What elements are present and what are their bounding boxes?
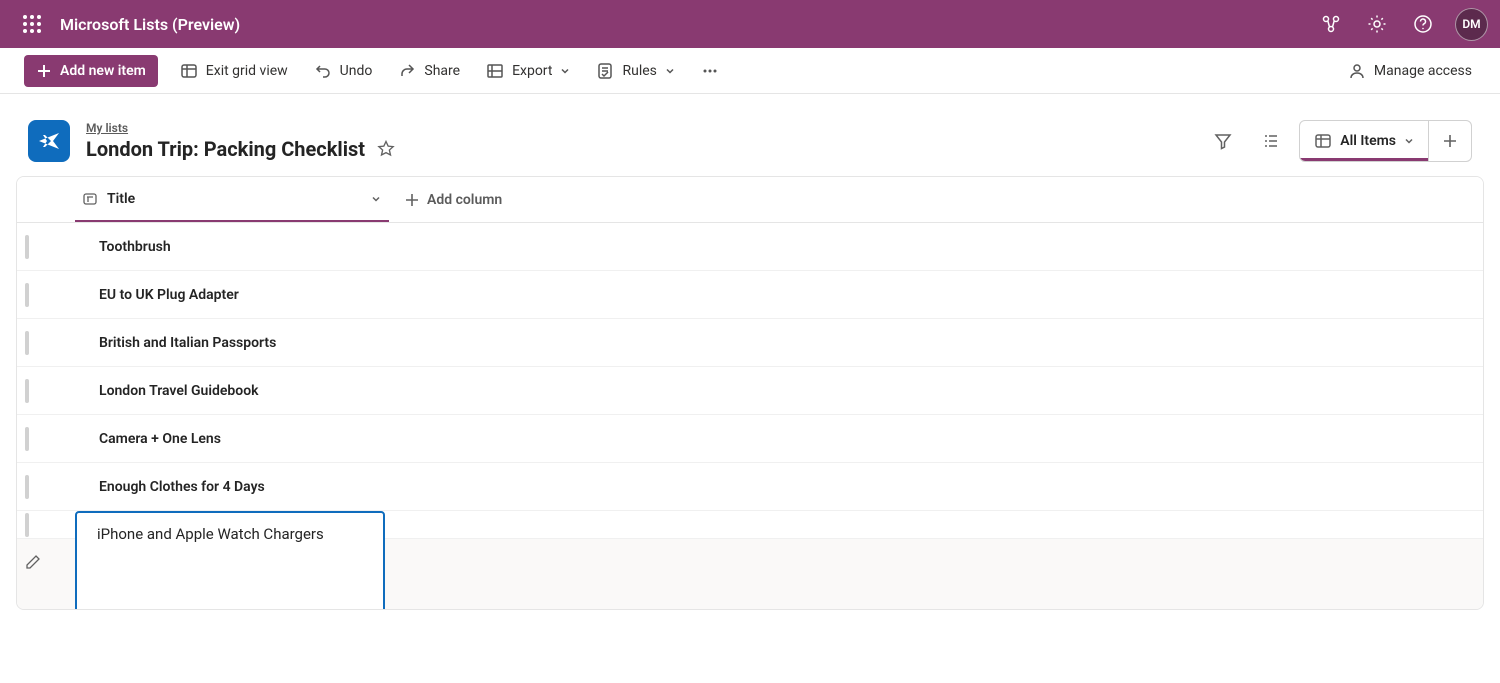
app-launcher-button[interactable]	[8, 0, 56, 48]
undo-icon	[314, 62, 332, 80]
list-lines-icon	[1261, 131, 1281, 151]
plus-icon	[36, 63, 52, 79]
list-title: London Trip: Packing Checklist	[86, 137, 365, 161]
rules-label: Rules	[622, 63, 656, 79]
export-label: Export	[512, 63, 552, 79]
cell-title[interactable]: Camera + One Lens	[75, 431, 389, 447]
drag-handle[interactable]	[17, 379, 75, 403]
drag-handle[interactable]	[17, 331, 75, 355]
add-new-item-label: Add new item	[60, 63, 146, 79]
cell-title[interactable]: Toothbrush	[75, 239, 389, 255]
star-icon	[377, 140, 395, 158]
table-row[interactable]: British and Italian Passports	[17, 319, 1483, 367]
grid-header-row: Title Add column	[17, 177, 1483, 223]
group-button[interactable]	[1251, 121, 1291, 161]
cell-title[interactable]: Enough Clothes for 4 Days	[75, 479, 389, 495]
editing-row	[17, 539, 1483, 610]
drag-handle[interactable]	[17, 475, 75, 499]
cell-title[interactable]: EU to UK Plug Adapter	[75, 287, 389, 303]
flow-button[interactable]	[1311, 4, 1351, 44]
chevron-down-icon	[560, 66, 570, 76]
add-column-label: Add column	[427, 192, 502, 208]
cell-title[interactable]: London Travel Guidebook	[75, 383, 389, 399]
chevron-down-icon	[665, 66, 675, 76]
list-icon-tile	[28, 120, 70, 162]
breadcrumb[interactable]: My lists	[86, 121, 395, 135]
add-view-button[interactable]	[1429, 121, 1471, 161]
person-icon	[1348, 62, 1366, 80]
waffle-icon	[23, 15, 41, 33]
export-button[interactable]: Export	[482, 56, 574, 86]
view-name: All Items	[1340, 133, 1396, 149]
list-header: My lists London Trip: Packing Checklist	[0, 94, 1500, 176]
share-label: Share	[424, 63, 460, 79]
table-row[interactable]: EU to UK Plug Adapter	[17, 271, 1483, 319]
filter-icon	[1213, 131, 1233, 151]
plus-icon	[1443, 134, 1457, 148]
chevron-down-icon	[371, 194, 381, 204]
text-column-icon	[83, 192, 97, 206]
column-title-label: Title	[107, 191, 135, 207]
drag-handle[interactable]	[17, 283, 75, 307]
chevron-down-icon	[1404, 136, 1414, 146]
manage-access-label: Manage access	[1374, 63, 1472, 79]
command-bar: Add new item Exit grid view Undo Share E…	[0, 48, 1500, 94]
rules-icon	[596, 62, 614, 80]
drag-handle[interactable]	[17, 513, 75, 537]
exit-grid-label: Exit grid view	[206, 63, 288, 79]
rules-button[interactable]: Rules	[592, 56, 678, 86]
grid-icon	[180, 62, 198, 80]
app-bar: Microsoft Lists (Preview) DM	[0, 0, 1500, 48]
gear-icon	[1367, 14, 1387, 34]
table-row[interactable]: Enough Clothes for 4 Days	[17, 463, 1483, 511]
manage-access-button[interactable]: Manage access	[1344, 56, 1476, 86]
add-column-button[interactable]: Add column	[389, 192, 502, 208]
grid: Title Add column Toothbrush EU to UK Plu…	[16, 176, 1484, 610]
drag-handle[interactable]	[17, 427, 75, 451]
view-all-items[interactable]: All Items	[1300, 121, 1428, 161]
more-icon	[701, 62, 719, 80]
exit-grid-view-button[interactable]: Exit grid view	[176, 56, 292, 86]
more-button[interactable]	[697, 56, 723, 86]
add-new-item-button[interactable]: Add new item	[24, 55, 158, 87]
plus-icon	[405, 193, 419, 207]
help-button[interactable]	[1403, 4, 1443, 44]
table-icon	[1314, 132, 1332, 150]
help-icon	[1413, 14, 1433, 34]
column-header-title[interactable]: Title	[75, 177, 389, 222]
table-row[interactable]: Camera + One Lens	[17, 415, 1483, 463]
airplane-icon	[37, 129, 61, 153]
settings-button[interactable]	[1357, 4, 1397, 44]
table-row[interactable]: Toothbrush	[17, 223, 1483, 271]
table-row[interactable]: London Travel Guidebook	[17, 367, 1483, 415]
undo-label: Undo	[340, 63, 373, 79]
pencil-icon	[25, 554, 41, 570]
avatar[interactable]: DM	[1455, 8, 1488, 41]
view-switcher: All Items	[1299, 120, 1472, 162]
share-button[interactable]: Share	[394, 56, 464, 86]
drag-handle[interactable]	[17, 235, 75, 259]
app-title: Microsoft Lists (Preview)	[60, 15, 240, 34]
favorite-button[interactable]	[377, 140, 395, 158]
export-icon	[486, 62, 504, 80]
filter-button[interactable]	[1203, 121, 1243, 161]
title-edit-input[interactable]	[75, 511, 385, 610]
share-icon	[398, 62, 416, 80]
undo-button[interactable]: Undo	[310, 56, 377, 86]
cell-title[interactable]: British and Italian Passports	[75, 335, 389, 351]
flow-icon	[1321, 14, 1341, 34]
